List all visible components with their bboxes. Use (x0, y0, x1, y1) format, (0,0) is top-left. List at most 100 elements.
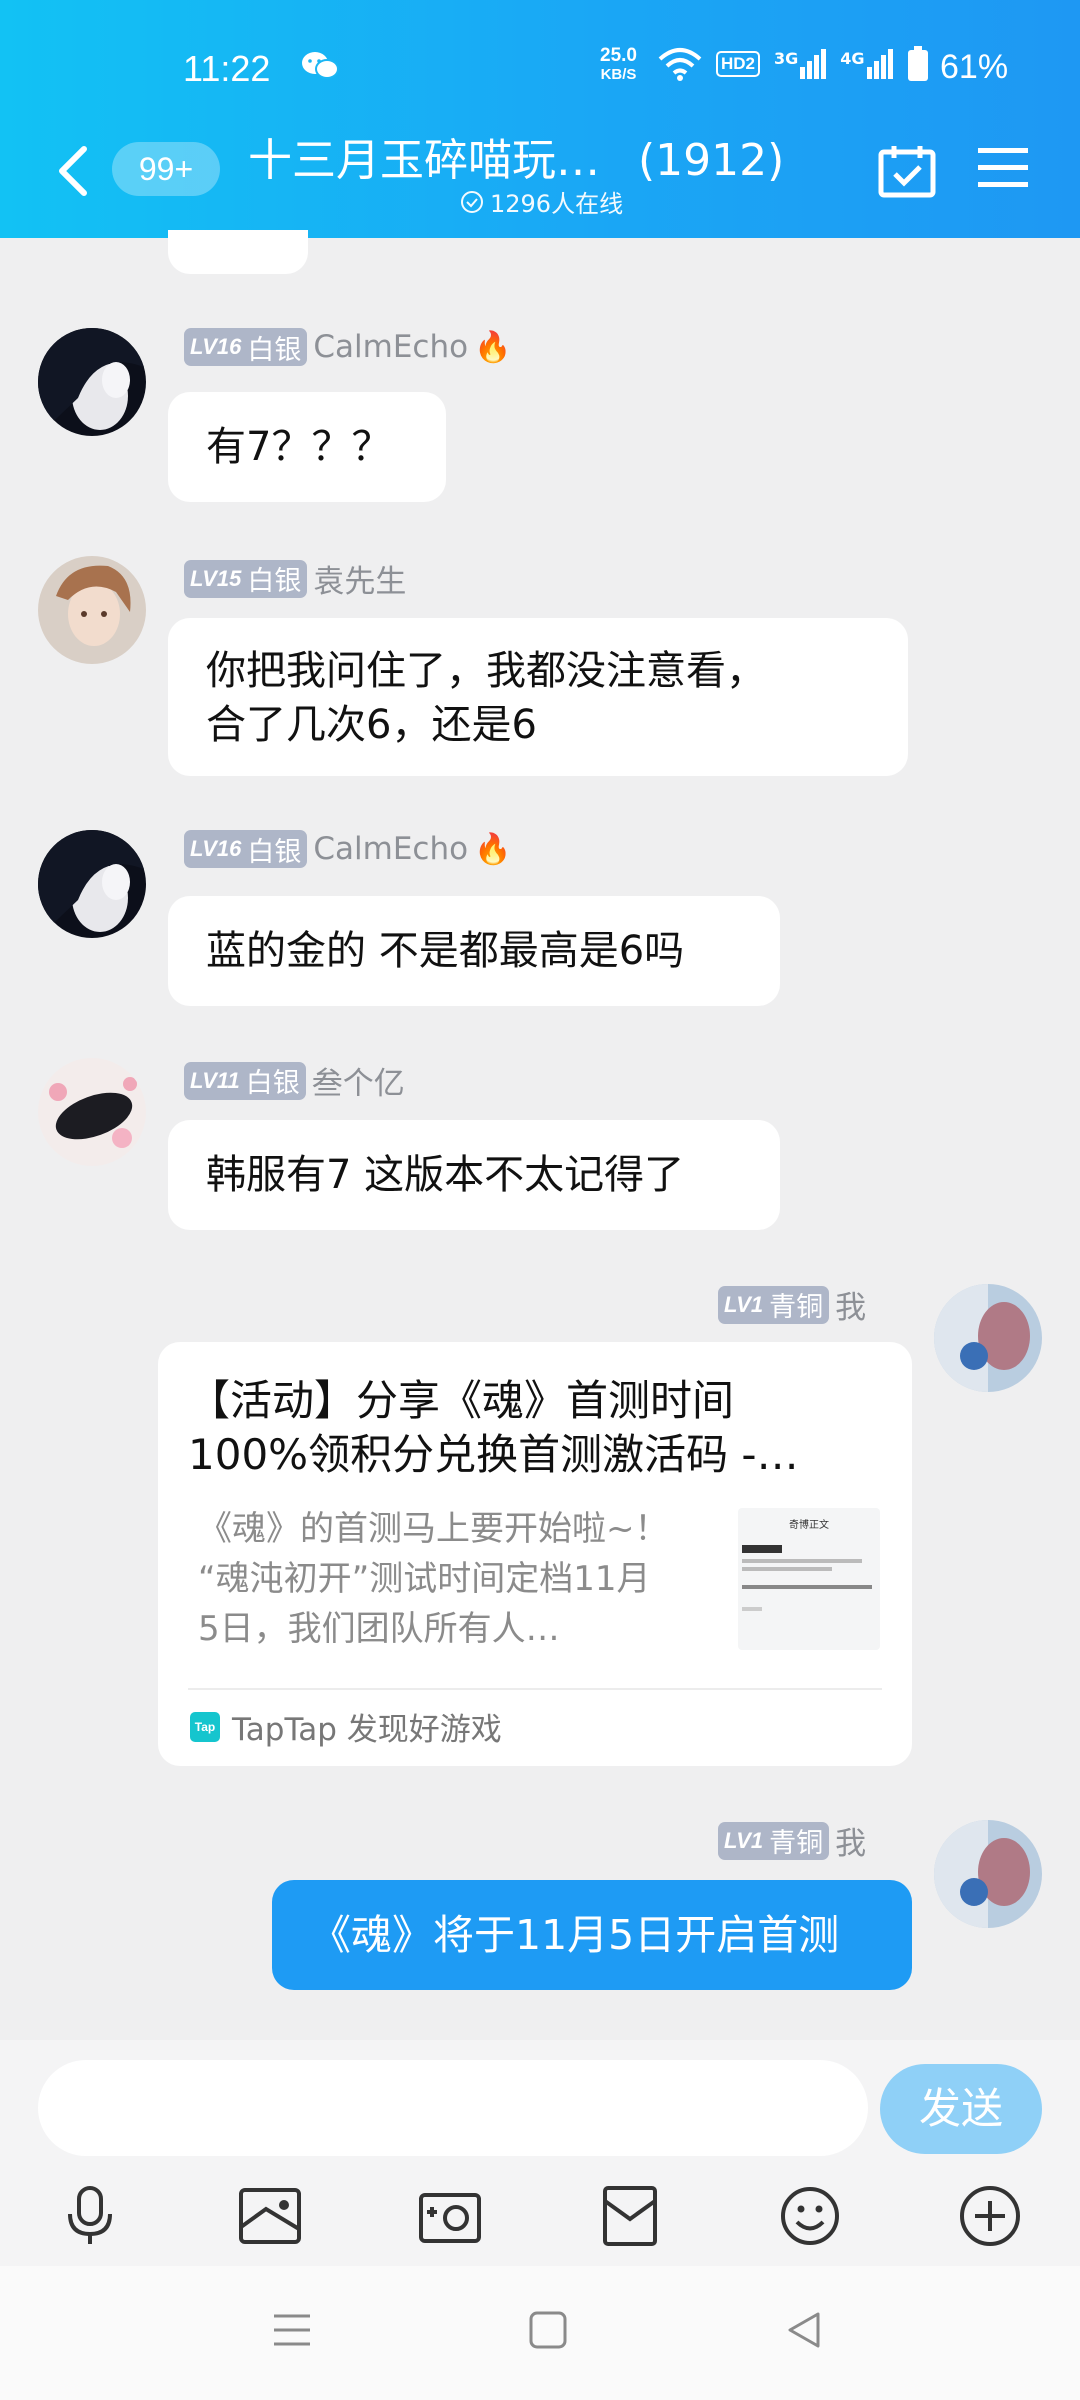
level-number: LV1 (724, 1827, 764, 1853)
level-badge: LV16 白银 (184, 830, 308, 868)
message-text: 有7？？？ (206, 424, 392, 470)
camera-icon[interactable] (414, 2180, 486, 2252)
microphone-icon[interactable] (54, 2180, 126, 2252)
sender-name[interactable]: 叁个亿 (312, 1058, 405, 1103)
status-time: 11:22 (183, 48, 271, 89)
my-avatar[interactable] (934, 1820, 1042, 1928)
sender-name: 我 (835, 1290, 867, 1326)
level-badge: LV15 白银 (184, 559, 308, 598)
signal-4g-label: 4G (840, 49, 865, 68)
card-source-label: TapTap 发现好游戏 (232, 1712, 502, 1748)
rank-label: 白银 (247, 566, 302, 597)
group-name: 十三月玉碎喵玩… (248, 135, 600, 186)
menu-icon[interactable] (978, 146, 1028, 194)
hd-voice-icon: HD2 (716, 51, 761, 77)
signal-3g-label: 3G (774, 49, 799, 68)
wechat-notification-icon (300, 50, 340, 86)
rank-label: 青铜 (769, 1828, 824, 1859)
message-sender: LV1 青铜 我 (718, 1818, 866, 1863)
emoji-icon[interactable] (774, 2180, 846, 2252)
rank-label: 白银 (245, 1068, 300, 1099)
level-badge: LV11 白银 (184, 1061, 306, 1100)
level-number: LV11 (190, 1067, 240, 1093)
level-number: LV16 (190, 836, 242, 861)
message-composer: 发送 (0, 2040, 1080, 2266)
fire-icon: 🔥 (474, 329, 512, 365)
card-title: 【活动】分享《魂》首测时间 100%领积分兑换首测激活码 -… (188, 1374, 878, 1482)
level-badge: LV1 青铜 (718, 1285, 830, 1324)
message-text: 《魂》将于11月5日开启首测 (310, 1911, 840, 1959)
chat-title[interactable]: 十三月玉碎喵玩… (1912) (248, 124, 784, 188)
battery-icon (907, 46, 928, 81)
sender-name[interactable]: CalmEcho (313, 831, 468, 867)
chat-header: 11:22 25.0 KB/S HD2 3G 4G 61% 99+ 十三月玉碎喵… (0, 0, 1080, 238)
card-source: Tap TapTap 发现好游戏 (190, 1704, 502, 1749)
battery-percentage: 61% (940, 48, 1009, 86)
network-speed: 25.0 KB/S (600, 46, 637, 84)
message-input[interactable] (38, 2060, 868, 2156)
message-text-line: 你把我问住了，我都没注意看， (206, 648, 766, 694)
net-speed-value: 25.0 (600, 45, 637, 66)
message-bubble[interactable]: 蓝的金的 不是都最高是6吗 (168, 896, 780, 1006)
image-icon[interactable] (234, 2180, 306, 2252)
message-sender: LV15 白银 袁先生 (184, 556, 406, 601)
rank-label: 白银 (247, 334, 302, 366)
online-status: 1296人在线 (460, 184, 623, 219)
home-icon[interactable] (528, 2310, 568, 2354)
message-sender: LV16 白银 CalmEcho 🔥 (184, 830, 511, 868)
check-circle-icon (461, 190, 483, 213)
signal-4g-icon: 4G (840, 49, 893, 79)
level-badge: LV1 青铜 (718, 1821, 830, 1860)
back-triangle-icon[interactable] (784, 2310, 824, 2354)
message-bubble[interactable]: 你把我问住了，我都没注意看， 合了几次6，还是6 (168, 618, 908, 776)
message-bubble[interactable]: 韩服有7 这版本不太记得了 (168, 1120, 780, 1230)
card-title-line: 100%领积分兑换首测激活码 -… (188, 1430, 799, 1479)
card-title-line: 【活动】分享《魂》首测时间 (188, 1376, 735, 1425)
recents-menu-icon[interactable] (272, 2310, 312, 2354)
avatar[interactable] (38, 1058, 146, 1166)
message-sender: LV11 白银 叁个亿 (184, 1058, 405, 1103)
card-divider (188, 1688, 882, 1690)
unread-count-badge[interactable]: 99+ (112, 142, 220, 196)
member-count: (1912) (638, 135, 785, 186)
message-text: 韩服有7 这版本不太记得了 (206, 1152, 685, 1198)
level-number: LV15 (190, 565, 242, 591)
fire-icon: 🔥 (474, 831, 512, 867)
level-badge: LV16 白银 (184, 328, 308, 366)
back-button[interactable] (54, 143, 94, 199)
my-avatar[interactable] (934, 1284, 1042, 1392)
shared-link-card[interactable]: 【活动】分享《魂》首测时间 100%领积分兑换首测激活码 -… 《魂》的首测马上… (158, 1342, 912, 1766)
avatar[interactable] (38, 556, 146, 664)
net-speed-unit: KB/S (600, 66, 637, 83)
message-text: 蓝的金的 不是都最高是6吗 (206, 928, 685, 974)
wifi-icon (658, 48, 702, 81)
send-button[interactable]: 发送 (880, 2064, 1042, 2154)
system-navigation-bar (0, 2266, 1080, 2400)
status-bar: 11:22 25.0 KB/S HD2 3G 4G 61% (0, 42, 1080, 98)
message-bubble[interactable]: 有7？？？ (168, 392, 446, 502)
message-text-line: 合了几次6，还是6 (206, 702, 537, 748)
level-number: LV1 (724, 1291, 764, 1317)
card-desc-line: 《魂》的首测马上要开始啦~！ (198, 1509, 669, 1549)
card-description: 《魂》的首测马上要开始啦~！ “魂沌初开”测试时间定档11月 5日，我们团队所有… (198, 1504, 708, 1654)
level-number: LV16 (190, 334, 242, 359)
card-desc-line: “魂沌初开”测试时间定档11月 (198, 1559, 651, 1599)
card-desc-line: 5日，我们团队所有人… (198, 1609, 560, 1649)
avatar[interactable] (38, 830, 146, 938)
message-sender: LV1 青铜 我 (718, 1282, 866, 1327)
my-message-bubble[interactable]: 《魂》将于11月5日开启首测 (272, 1880, 912, 1990)
plus-icon[interactable] (954, 2180, 1026, 2252)
avatar[interactable] (38, 328, 146, 436)
signal-3g-icon: 3G (774, 49, 827, 79)
sender-name[interactable]: 袁先生 (313, 556, 406, 601)
thumbnail-heading: 奇博正文 (789, 1520, 829, 1531)
red-packet-icon[interactable] (594, 2180, 666, 2252)
status-icons: HD2 3G 4G (658, 46, 929, 82)
taptap-logo-icon: Tap (190, 1711, 220, 1742)
calendar-check-icon[interactable] (878, 144, 936, 202)
rank-label: 白银 (247, 836, 302, 868)
message-bubble-partial (168, 230, 308, 274)
composer-toolbar (0, 2180, 1080, 2260)
sender-name[interactable]: CalmEcho (313, 329, 468, 365)
rank-label: 青铜 (769, 1292, 824, 1323)
